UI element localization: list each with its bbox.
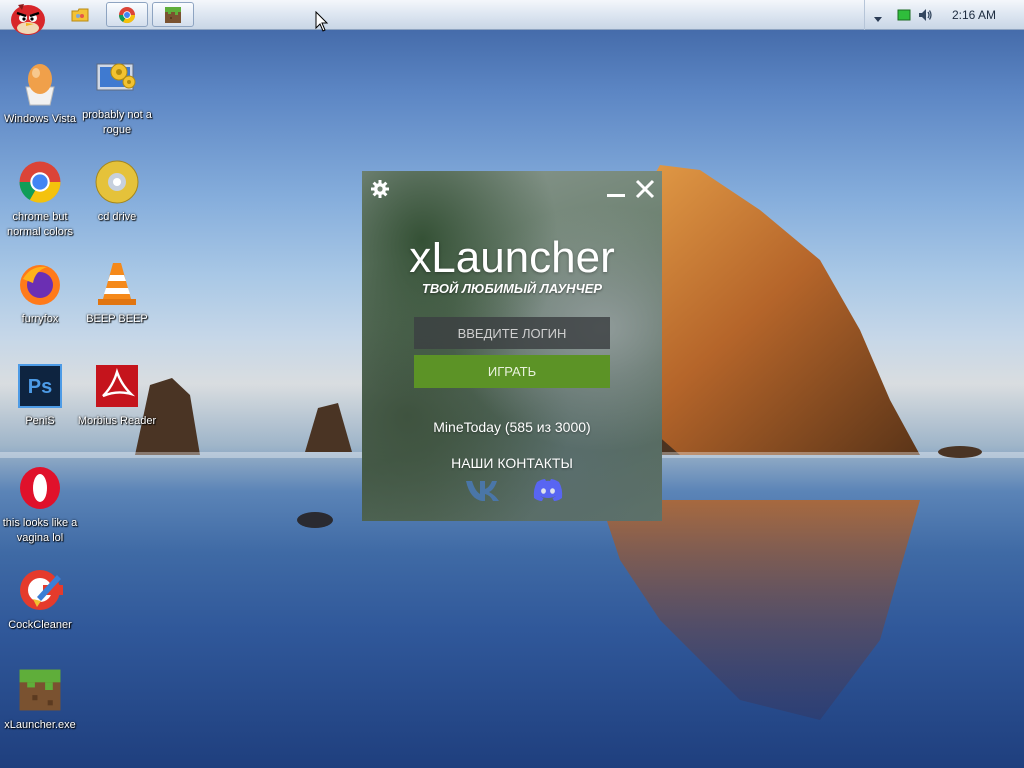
- settings-gear-icon[interactable]: [370, 179, 390, 199]
- contacts-heading: НАШИ КОНТАКТЫ: [451, 455, 573, 471]
- start-button[interactable]: [4, 0, 52, 38]
- desktop-icon-label: chrome but normal colors: [6, 211, 74, 238]
- photoshop-icon: Ps: [16, 362, 64, 410]
- settings-monitor-icon: [93, 56, 141, 104]
- chrome-icon: [16, 158, 64, 206]
- taskbar-folder-button[interactable]: [66, 2, 94, 27]
- desktop-icon-ccleaner[interactable]: CockCleaner: [0, 566, 80, 633]
- desktop-icon-furryfox[interactable]: furryfox: [0, 260, 80, 327]
- desktop-icon-label: furryfox: [21, 313, 59, 325]
- minecraft-icon: [16, 666, 64, 714]
- cd-icon: [93, 158, 141, 206]
- launcher-title: xLauncher: [409, 233, 615, 282]
- folder-icon: [71, 8, 89, 21]
- egg-icon: [16, 60, 64, 108]
- desktop-icon-label: Windows Vista: [4, 113, 76, 125]
- desktop-icon-label: CockCleaner: [8, 619, 72, 631]
- desktop-icon-rogue[interactable]: probably not a rogue: [77, 56, 157, 138]
- minecraft-icon: [165, 6, 181, 23]
- desktop-icon-windows-vista[interactable]: Windows Vista: [0, 60, 80, 127]
- desktop-icon-chrome[interactable]: chrome but normal colors: [0, 158, 80, 240]
- login-input[interactable]: [414, 317, 610, 349]
- desktop-icon-label: PeniS: [25, 415, 55, 427]
- opera-icon: [16, 464, 64, 512]
- ccleaner-icon: [16, 566, 64, 614]
- desktop-icon-label: cd drive: [97, 211, 137, 223]
- svg-text:Ps: Ps: [28, 376, 52, 398]
- launcher-subtitle: ТВОЙ ЛЮБИМЫЙ ЛАУНЧЕР: [421, 281, 603, 296]
- system-tray: [864, 0, 1024, 30]
- desktop-icon-vlc[interactable]: BEEP BEEP: [77, 260, 157, 327]
- desktop-icon-label: Morbius Reader: [77, 415, 157, 427]
- vk-icon[interactable]: [464, 477, 502, 503]
- launcher-window: xLauncher ТВОЙ ЛЮБИМЫЙ ЛАУНЧЕР ИГРАТЬ Mi…: [362, 171, 662, 521]
- desktop-icon-label: this looks like a vagina lol: [2, 517, 78, 544]
- pdf-reader-icon: [93, 362, 141, 410]
- angry-bird-icon: [11, 4, 45, 35]
- desktop-icon-label: xLauncher.exe: [4, 719, 76, 731]
- desktop: 2:16 AM Windows Vista chrome but normal …: [0, 0, 1024, 768]
- desktop-icon-photoshop[interactable]: Ps PeniS: [0, 362, 80, 429]
- desktop-icon-label: probably not a rogue: [82, 109, 152, 136]
- desktop-icon-xlauncher[interactable]: xLauncher.exe: [0, 666, 80, 733]
- volume-icon[interactable]: [917, 7, 933, 28]
- taskbar-chrome-button[interactable]: [106, 2, 148, 27]
- discord-icon[interactable]: [532, 477, 564, 503]
- taskbar: 2:16 AM: [0, 0, 1024, 35]
- desktop-icon-label: BEEP BEEP: [86, 313, 148, 325]
- traffic-cone-icon: [93, 260, 141, 308]
- server-status: MineToday (585 из 3000): [433, 419, 591, 435]
- minimize-icon[interactable]: [606, 183, 626, 199]
- play-button[interactable]: ИГРАТЬ: [414, 355, 610, 388]
- firefox-icon: [16, 260, 64, 308]
- tray-expand-chevron-icon[interactable]: [873, 11, 883, 29]
- taskbar-minecraft-button[interactable]: [152, 2, 194, 27]
- taskbar-clock[interactable]: 2:16 AM: [952, 8, 996, 22]
- battery-icon[interactable]: [897, 8, 911, 27]
- desktop-icon-cd-drive[interactable]: cd drive: [77, 158, 157, 225]
- mouse-cursor-icon: [315, 10, 329, 33]
- chrome-icon: [118, 6, 136, 23]
- close-icon[interactable]: [633, 177, 657, 201]
- desktop-icon-opera[interactable]: this looks like a vagina lol: [0, 464, 80, 546]
- desktop-icon-pdf-reader[interactable]: Morbius Reader: [77, 362, 157, 429]
